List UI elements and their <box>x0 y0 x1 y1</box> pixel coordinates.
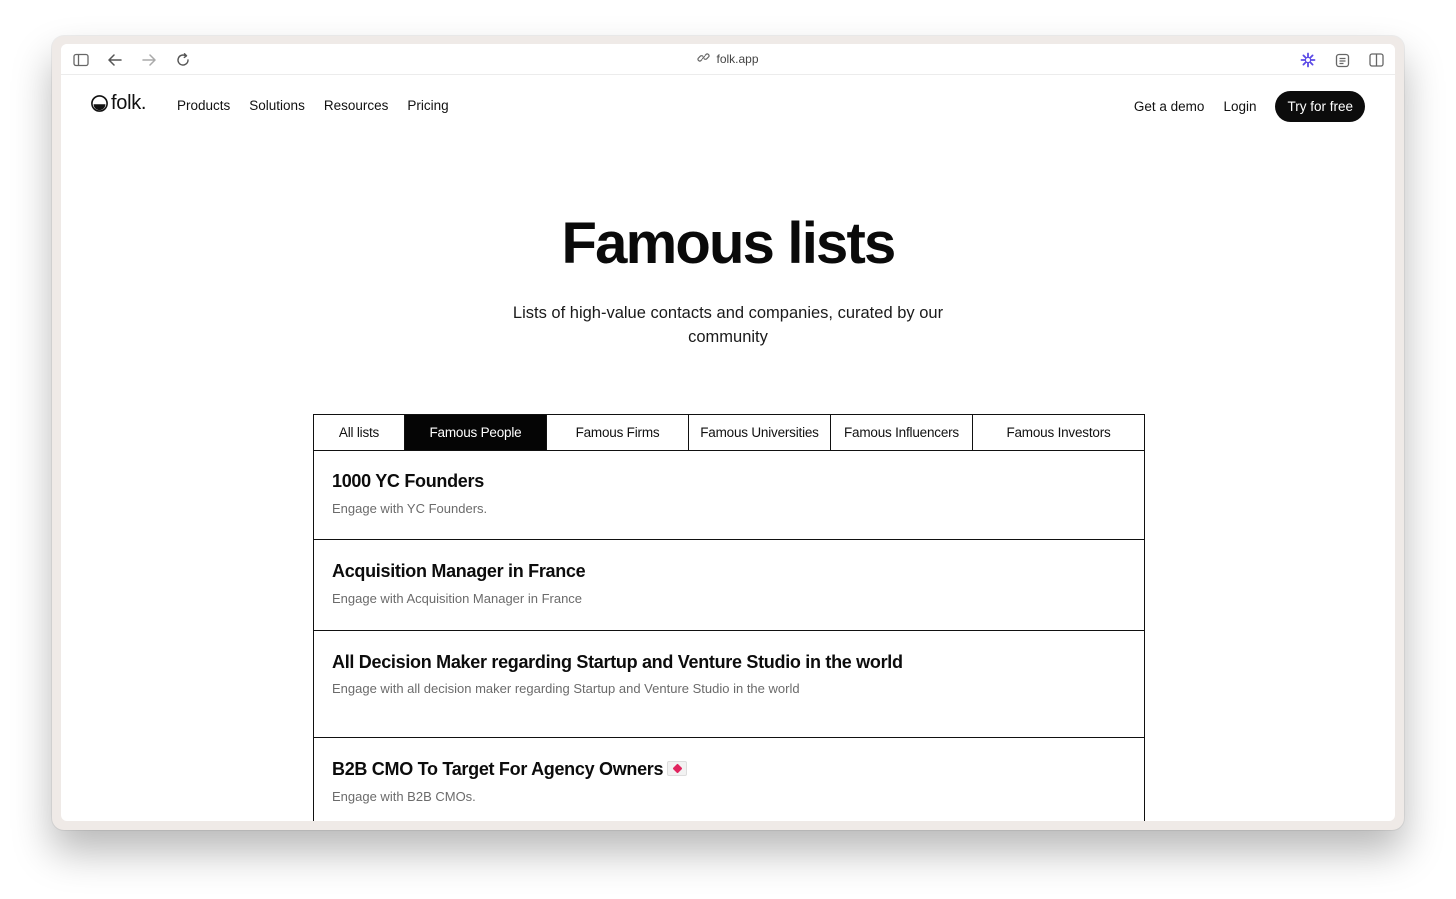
list-item-description: Engage with Acquisition Manager in Franc… <box>332 591 583 606</box>
tab-all-lists[interactable]: All lists <box>314 415 405 450</box>
browser-window: folk.app folk. Products Solutions Resour… <box>52 36 1404 830</box>
tab-famous-influencers[interactable]: Famous Influencers <box>831 415 973 450</box>
list-category-tabs: All lists Famous People Famous Firms Fam… <box>313 414 1145 451</box>
get-demo-link[interactable]: Get a demo <box>1134 99 1205 114</box>
folk-logo-icon <box>91 95 108 112</box>
list-item-title-text: B2B CMO To Target For Agency Owners <box>332 759 664 779</box>
love-letter-icon <box>667 761 688 776</box>
list-item[interactable]: All Decision Maker regarding Startup and… <box>314 631 1144 738</box>
browser-toolbar: folk.app <box>61 44 1395 75</box>
list-item-title: 1000 YC Founders <box>332 471 484 491</box>
extension-icon[interactable] <box>1299 51 1317 69</box>
tab-famous-universities[interactable]: Famous Universities <box>689 415 831 450</box>
list-item-title: Acquisition Manager in France <box>332 561 586 581</box>
tab-famous-people[interactable]: Famous People <box>405 415 547 450</box>
list-item-description: Engage with B2B CMOs. <box>332 789 476 804</box>
site-navbar: folk. Products Solutions Resources Prici… <box>61 76 1395 128</box>
list-item[interactable]: 1000 YC Founders Engage with YC Founders… <box>314 450 1144 540</box>
list-item-description: Engage with YC Founders. <box>332 501 488 516</box>
list-item-title: All Decision Maker regarding Startup and… <box>332 652 903 672</box>
menu-item-solutions[interactable]: Solutions <box>249 98 305 113</box>
reader-icon[interactable] <box>1333 51 1351 69</box>
tab-famous-firms[interactable]: Famous Firms <box>547 415 689 450</box>
menu-item-pricing[interactable]: Pricing <box>407 98 448 113</box>
link-icon <box>697 51 711 67</box>
list-item[interactable]: B2B CMO To Target For Agency Owners Enga… <box>314 738 1144 821</box>
nav-actions: Get a demo Login Try for free <box>1134 91 1365 122</box>
main-menu: Products Solutions Resources Pricing <box>177 98 449 113</box>
split-view-icon[interactable] <box>1367 51 1385 69</box>
url-text: folk.app <box>716 52 759 66</box>
browser-viewport: folk.app folk. Products Solutions Resour… <box>61 44 1395 821</box>
folk-logo-text: folk. <box>111 92 147 114</box>
try-for-free-button[interactable]: Try for free <box>1275 91 1365 122</box>
tab-famous-investors[interactable]: Famous Investors <box>973 415 1144 450</box>
page-subtitle: Lists of high-value contacts and compani… <box>512 304 944 346</box>
page-title: Famous lists <box>561 211 897 276</box>
menu-item-resources[interactable]: Resources <box>324 98 389 113</box>
famous-lists: 1000 YC Founders Engage with YC Founders… <box>313 450 1145 821</box>
list-item[interactable]: Acquisition Manager in France Engage wit… <box>314 540 1144 631</box>
folk-logo[interactable]: folk. <box>90 92 146 115</box>
list-item-title: B2B CMO To Target For Agency Owners <box>332 759 688 780</box>
menu-item-products[interactable]: Products <box>177 98 230 113</box>
address-bar[interactable]: folk.app <box>61 51 1395 67</box>
list-item-description: Engage with all decision maker regarding… <box>332 681 800 696</box>
login-link[interactable]: Login <box>1223 99 1256 114</box>
